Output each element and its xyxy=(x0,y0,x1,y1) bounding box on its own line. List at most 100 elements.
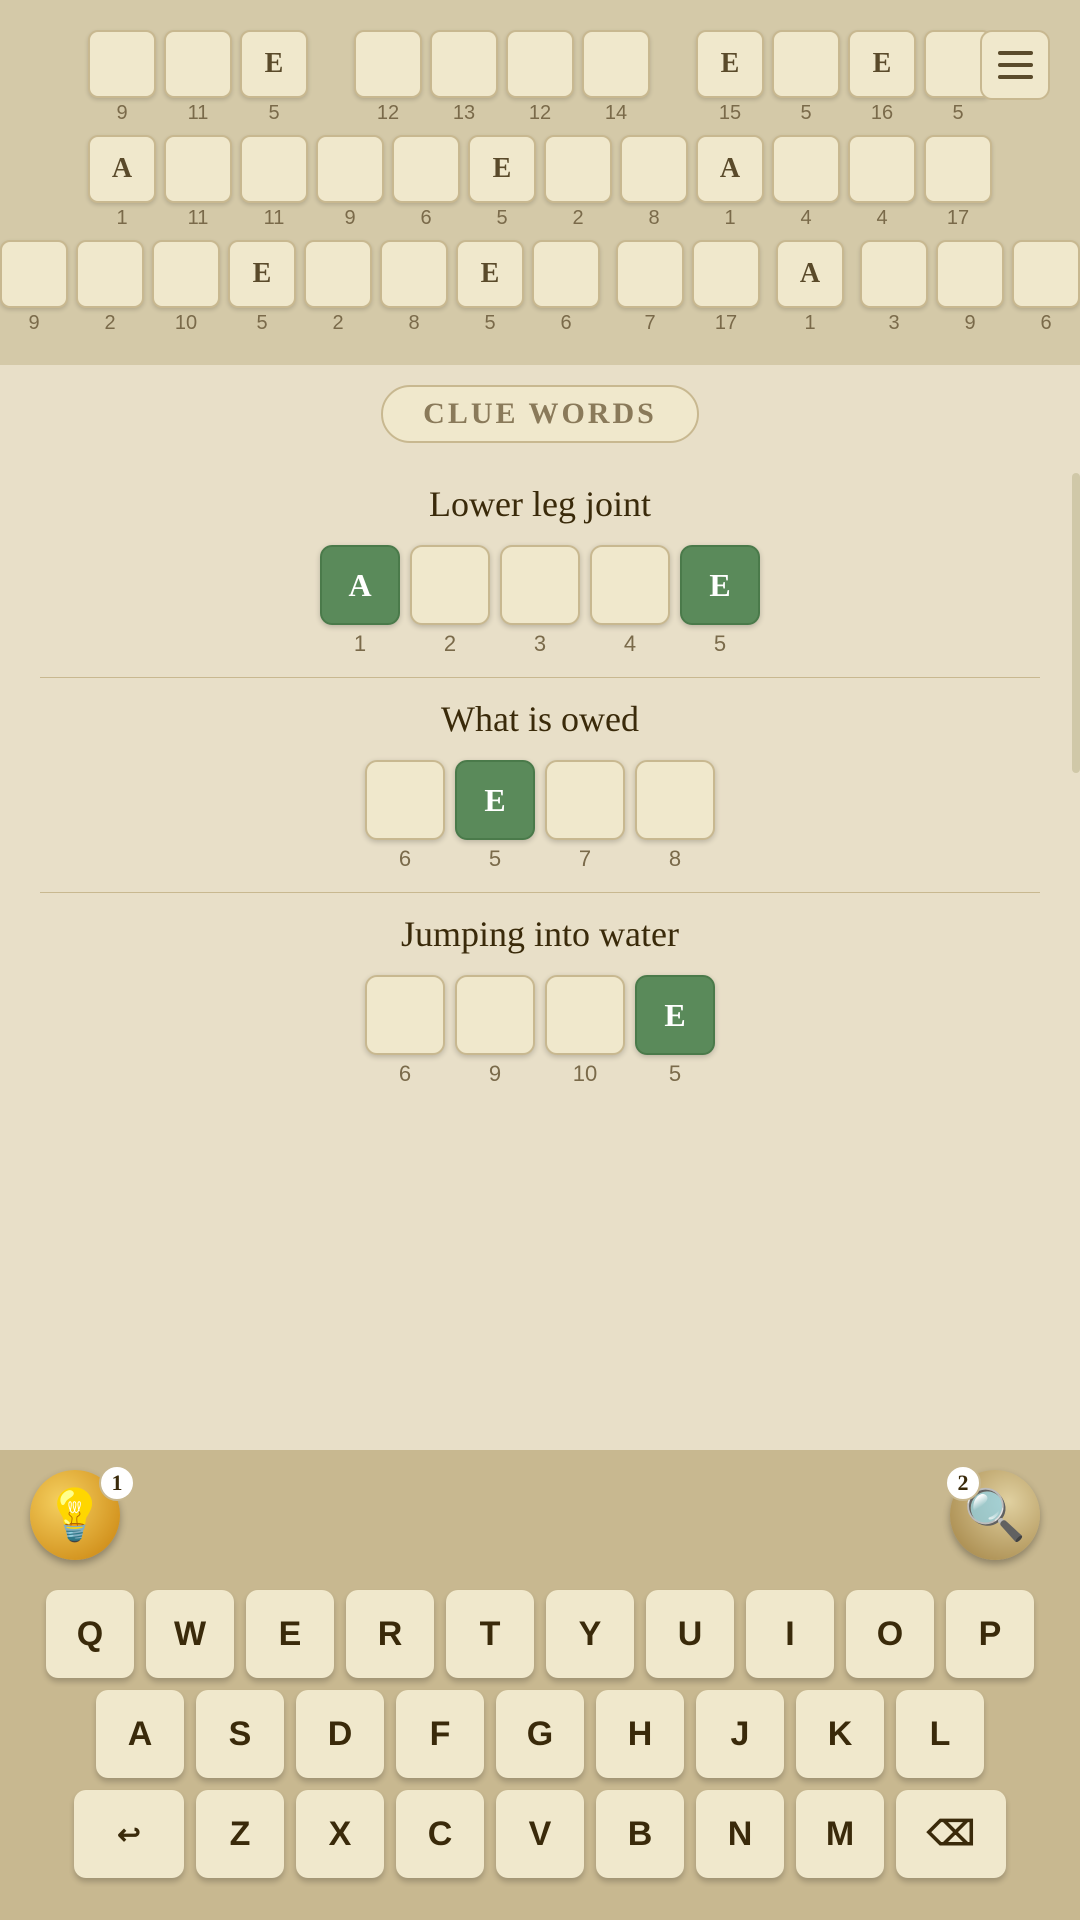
puzzle-cell[interactable] xyxy=(936,240,1004,308)
puzzle-cell-wrap: E 5 xyxy=(240,30,308,125)
key-s[interactable]: S xyxy=(196,1690,284,1778)
puzzle-cell[interactable] xyxy=(392,135,460,203)
key-a[interactable]: A xyxy=(96,1690,184,1778)
key-y[interactable]: Y xyxy=(546,1590,634,1678)
puzzle-cell-num: 1 xyxy=(804,312,815,335)
key-x[interactable]: X xyxy=(296,1790,384,1878)
key-r[interactable]: R xyxy=(346,1590,434,1678)
puzzle-cell-num: 6 xyxy=(560,312,571,335)
puzzle-cell[interactable]: E xyxy=(848,30,916,98)
puzzle-cell[interactable] xyxy=(316,135,384,203)
puzzle-cell[interactable] xyxy=(924,135,992,203)
key-g[interactable]: G xyxy=(496,1690,584,1778)
key-h[interactable]: H xyxy=(596,1690,684,1778)
puzzle-cell[interactable] xyxy=(1012,240,1080,308)
puzzle-cell[interactable]: A xyxy=(88,135,156,203)
puzzle-cell[interactable] xyxy=(848,135,916,203)
puzzle-cell[interactable] xyxy=(860,240,928,308)
puzzle-cell-wrap: 13 xyxy=(430,30,498,125)
clue-cell-blank[interactable] xyxy=(500,545,580,625)
puzzle-cell[interactable]: E xyxy=(456,240,524,308)
key-u[interactable]: U xyxy=(646,1590,734,1678)
puzzle-cell[interactable] xyxy=(354,30,422,98)
key-w[interactable]: W xyxy=(146,1590,234,1678)
puzzle-cell-num: 9 xyxy=(964,312,975,335)
puzzle-cell[interactable]: E xyxy=(468,135,536,203)
clue-cell-e5[interactable]: E xyxy=(680,545,760,625)
key-p[interactable]: P xyxy=(946,1590,1034,1678)
clue-cell-blank[interactable] xyxy=(410,545,490,625)
clue-cell-blank[interactable] xyxy=(590,545,670,625)
puzzle-cell-wrap: 2 xyxy=(304,240,372,335)
key-f[interactable]: F xyxy=(396,1690,484,1778)
puzzle-cell[interactable] xyxy=(616,240,684,308)
puzzle-cell[interactable] xyxy=(164,30,232,98)
magnify-button[interactable]: 2 🔍 xyxy=(950,1470,1050,1570)
puzzle-cell[interactable] xyxy=(772,135,840,203)
puzzle-cell-wrap: 6 xyxy=(1012,240,1080,335)
key-v[interactable]: V xyxy=(496,1790,584,1878)
key-n[interactable]: N xyxy=(696,1790,784,1878)
puzzle-cell[interactable]: E xyxy=(240,30,308,98)
puzzle-cell[interactable] xyxy=(772,30,840,98)
key-l[interactable]: L xyxy=(896,1690,984,1778)
clue-cell-wrap: 7 xyxy=(545,760,625,872)
clue-cell-blank[interactable] xyxy=(455,975,535,1055)
puzzle-cell-num: 9 xyxy=(28,312,39,335)
clue-cell-e5[interactable]: E xyxy=(635,975,715,1055)
puzzle-cell[interactable] xyxy=(582,30,650,98)
key-m[interactable]: M xyxy=(796,1790,884,1878)
clue-cell-blank[interactable] xyxy=(545,975,625,1055)
clue-cell-blank[interactable] xyxy=(545,760,625,840)
puzzle-cell[interactable] xyxy=(620,135,688,203)
key-back[interactable]: ↩ xyxy=(74,1790,184,1878)
puzzle-cell[interactable] xyxy=(304,240,372,308)
key-c[interactable]: C xyxy=(396,1790,484,1878)
puzzle-cell[interactable] xyxy=(430,30,498,98)
key-t[interactable]: T xyxy=(446,1590,534,1678)
puzzle-cell[interactable] xyxy=(380,240,448,308)
puzzle-cell-num: 8 xyxy=(408,312,419,335)
menu-button[interactable] xyxy=(980,30,1050,100)
puzzle-cell[interactable] xyxy=(240,135,308,203)
puzzle-cell[interactable] xyxy=(76,240,144,308)
puzzle-cell[interactable]: A xyxy=(696,135,764,203)
hint-button[interactable]: 💡 1 xyxy=(30,1470,130,1570)
clue-cell-num: 1 xyxy=(354,631,366,657)
clue-cell-blank[interactable] xyxy=(635,760,715,840)
puzzle-cell[interactable] xyxy=(544,135,612,203)
puzzle-cell-wrap: 14 xyxy=(582,30,650,125)
clue-cell-a1[interactable]: A xyxy=(320,545,400,625)
key-o[interactable]: O xyxy=(846,1590,934,1678)
puzzle-cell[interactable] xyxy=(506,30,574,98)
key-d[interactable]: D xyxy=(296,1690,384,1778)
puzzle-cell-wrap: 17 xyxy=(924,135,992,230)
key-e[interactable]: E xyxy=(246,1590,334,1678)
puzzle-cell-wrap: 8 xyxy=(620,135,688,230)
key-z[interactable]: Z xyxy=(196,1790,284,1878)
key-q[interactable]: Q xyxy=(46,1590,134,1678)
key-k[interactable]: K xyxy=(796,1690,884,1778)
menu-line-3 xyxy=(998,75,1033,79)
clue-cell-e5[interactable]: E xyxy=(455,760,535,840)
puzzle-cell[interactable] xyxy=(88,30,156,98)
key-b[interactable]: B xyxy=(596,1790,684,1878)
key-backspace[interactable]: ⌫ xyxy=(896,1790,1006,1878)
puzzle-cell-num: 5 xyxy=(952,102,963,125)
puzzle-cell[interactable] xyxy=(152,240,220,308)
clue-text-1: Lower leg joint xyxy=(40,483,1040,525)
puzzle-cell[interactable]: E xyxy=(696,30,764,98)
puzzle-cell-num: 14 xyxy=(605,102,627,125)
puzzle-cell[interactable] xyxy=(0,240,68,308)
key-j[interactable]: J xyxy=(696,1690,784,1778)
puzzle-cell[interactable] xyxy=(532,240,600,308)
puzzle-cell[interactable]: E xyxy=(228,240,296,308)
key-i[interactable]: I xyxy=(746,1590,834,1678)
puzzle-cell[interactable] xyxy=(692,240,760,308)
clue-cell-blank[interactable] xyxy=(365,760,445,840)
puzzle-cell[interactable] xyxy=(164,135,232,203)
menu-line-2 xyxy=(998,63,1033,67)
clue-cell-blank[interactable] xyxy=(365,975,445,1055)
puzzle-cell[interactable]: A xyxy=(776,240,844,308)
puzzle-cell-num: 16 xyxy=(871,102,893,125)
